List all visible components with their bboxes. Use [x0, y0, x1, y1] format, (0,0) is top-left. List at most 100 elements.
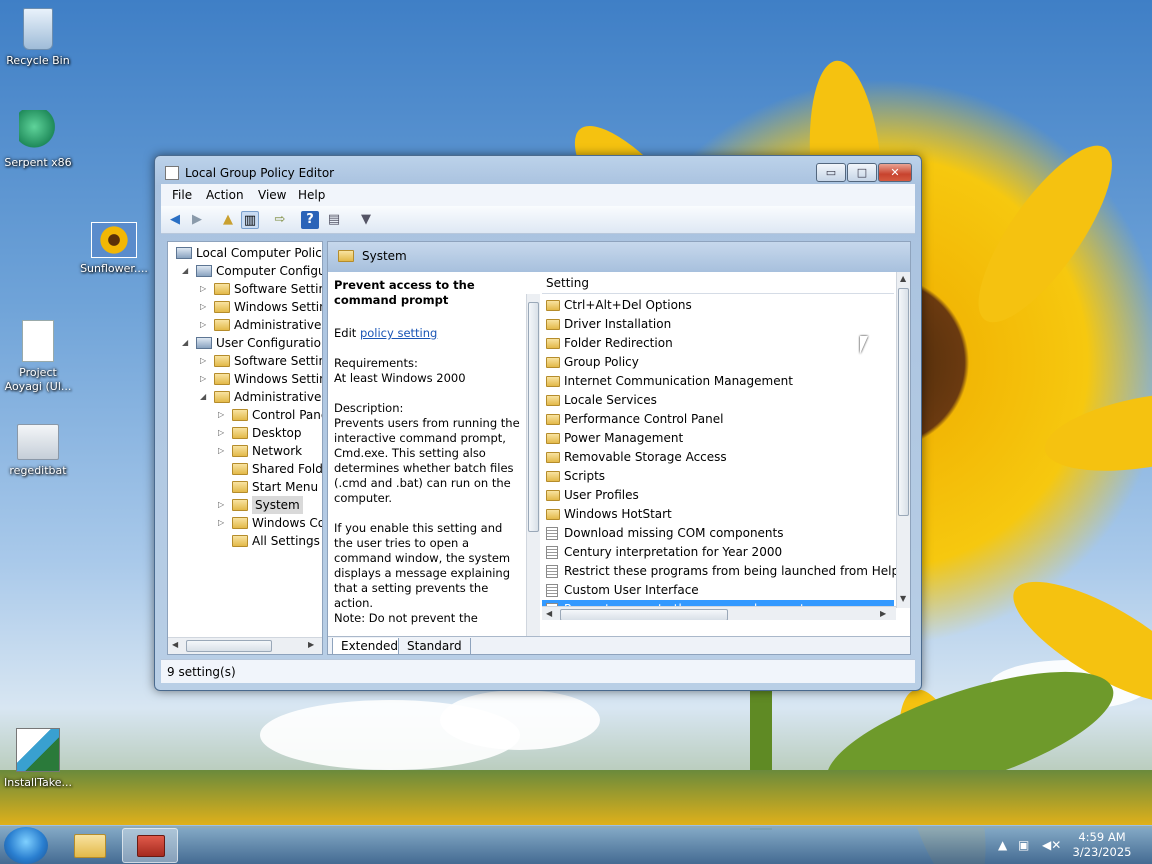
show-hide-tree-icon[interactable]: ▥	[241, 211, 259, 229]
scroll-right-icon[interactable]: ▶	[308, 640, 314, 649]
clock-date: 3/23/2025	[1072, 845, 1132, 859]
tree-horizontal-scrollbar[interactable]: ◀ ▶	[168, 637, 322, 654]
collapsed-arrow-icon[interactable]: ▷	[200, 298, 209, 316]
row-label: Ctrl+Alt+Del Options	[564, 298, 692, 312]
tab-standard[interactable]: Standard	[398, 638, 471, 654]
collapsed-arrow-icon[interactable]: ▷	[218, 514, 227, 532]
row-label: Driver Installation	[564, 317, 672, 331]
collapsed-arrow-icon[interactable]: ▷	[200, 370, 209, 388]
batch-file-icon	[17, 424, 59, 460]
expanded-arrow-icon[interactable]: ◢	[182, 334, 191, 352]
status-bar: 9 setting(s)	[161, 659, 915, 683]
close-button[interactable]: ✕	[878, 163, 912, 182]
policy-setting-link[interactable]: policy setting	[360, 326, 437, 340]
settings-folder-row[interactable]: Driver Installation	[542, 315, 894, 334]
scroll-up-icon[interactable]: ▲	[900, 274, 906, 283]
maximize-button[interactable]: □	[847, 163, 877, 182]
policy-setting-row[interactable]: Restrict these programs from being launc…	[542, 562, 899, 581]
tree-node-label: System	[252, 496, 303, 514]
pane-header: System	[328, 242, 910, 272]
desktop-icon-serpent[interactable]: Serpent x86	[0, 110, 76, 170]
show-hidden-icons-icon[interactable]: ▲	[998, 838, 1007, 852]
policy-setting-row[interactable]: Century interpretation for Year 2000	[542, 543, 894, 562]
filter-icon[interactable]: ▼	[357, 211, 375, 229]
tree-node-label: Software Settings	[234, 354, 322, 368]
settings-folder-row[interactable]: Folder Redirection	[542, 334, 894, 353]
tab-extended[interactable]: Extended	[332, 638, 407, 654]
settings-folder-row[interactable]: Group Policy	[542, 353, 894, 372]
folder-icon	[546, 509, 560, 520]
settings-folder-row[interactable]: User Profiles	[542, 486, 894, 505]
forward-icon[interactable]: ▶	[188, 211, 206, 229]
description-text: Prevents users from running the interact…	[334, 416, 520, 505]
scroll-thumb[interactable]	[186, 640, 272, 652]
row-label: User Profiles	[564, 488, 639, 502]
export-list-icon[interactable]: ⇨	[271, 211, 289, 229]
desktop-icon-regeditbat[interactable]: regeditbat	[0, 424, 76, 478]
minimize-button[interactable]: ▭	[816, 163, 846, 182]
menu-file[interactable]: File	[172, 188, 192, 202]
up-folder-icon[interactable]: ▲	[219, 211, 237, 229]
scroll-left-icon[interactable]: ◀	[546, 609, 552, 618]
help-icon[interactable]: ?	[301, 211, 319, 229]
network-icon[interactable]: ▣	[1018, 838, 1029, 852]
settings-folder-row[interactable]: Locale Services	[542, 391, 894, 410]
policy-setting-row[interactable]: Download missing COM components	[542, 524, 894, 543]
folder-icon	[214, 283, 230, 295]
folder-icon	[546, 357, 560, 368]
properties-icon[interactable]: ▤	[325, 211, 343, 229]
collapsed-arrow-icon[interactable]: ▷	[218, 424, 227, 442]
collapsed-arrow-icon[interactable]: ▷	[218, 496, 227, 514]
extended-description: Prevent access to the command prompt Edi…	[328, 272, 528, 636]
scroll-down-icon[interactable]: ▼	[900, 594, 906, 603]
start-button[interactable]	[4, 827, 48, 864]
scroll-left-icon[interactable]: ◀	[172, 640, 178, 649]
tree-node-label: Desktop	[252, 426, 302, 440]
folder-icon	[232, 517, 248, 529]
scroll-right-icon[interactable]: ▶	[880, 609, 886, 618]
toolbox-icon	[137, 835, 165, 857]
settings-vertical-scrollbar[interactable]: ▲ ▼	[896, 272, 910, 608]
back-icon[interactable]: ◀	[166, 211, 184, 229]
taskbar-gpedit-button[interactable]	[122, 828, 178, 863]
tree-node-label: Start Menu ar	[252, 480, 322, 494]
folder-icon	[546, 395, 560, 406]
menu-action[interactable]: Action	[206, 188, 244, 202]
settings-horizontal-scrollbar[interactable]: ◀ ▶	[542, 606, 896, 620]
desktop-icon-installtake[interactable]: InstallTake...	[0, 728, 76, 790]
desktop-icon-recycle-bin[interactable]: Recycle Bin	[0, 8, 76, 68]
settings-folder-row[interactable]: Performance Control Panel	[542, 410, 894, 429]
taskbar-clock[interactable]: 4:59 AM 3/23/2025	[1070, 830, 1134, 860]
settings-folder-row[interactable]: Ctrl+Alt+Del Options	[542, 296, 894, 315]
row-label: Restrict these programs from being launc…	[564, 564, 900, 578]
settings-folder-row[interactable]: Windows HotStart	[542, 505, 894, 524]
folder-icon	[232, 409, 248, 421]
row-label: Performance Control Panel	[564, 412, 724, 426]
collapsed-arrow-icon[interactable]: ▷	[200, 352, 209, 370]
collapsed-arrow-icon[interactable]: ▷	[218, 442, 227, 460]
column-header-setting[interactable]: Setting	[542, 272, 894, 294]
collapsed-arrow-icon[interactable]: ▷	[218, 406, 227, 424]
settings-folder-row[interactable]: Removable Storage Access	[542, 448, 894, 467]
expanded-arrow-icon[interactable]: ◢	[200, 388, 209, 406]
settings-folder-row[interactable]: Scripts	[542, 467, 894, 486]
volume-muted-icon[interactable]: ◀✕	[1042, 838, 1061, 852]
tree-node-label: Windows Cor	[252, 516, 323, 530]
collapsed-arrow-icon[interactable]: ▷	[200, 280, 209, 298]
settings-folder-row[interactable]: Power Management	[542, 429, 894, 448]
policy-setting-row[interactable]: Custom User Interface	[542, 581, 894, 600]
tree-node-label: Network	[252, 444, 303, 458]
desktop-icon-sunflower[interactable]: Sunflower....	[76, 222, 152, 276]
taskbar-explorer-button[interactable]	[62, 828, 118, 863]
expanded-arrow-icon[interactable]: ◢	[182, 262, 191, 280]
policy-setting-icon	[546, 527, 558, 540]
menu-help[interactable]: Help	[298, 188, 325, 202]
clock-time: 4:59 AM	[1078, 830, 1126, 844]
desktop-icon-project-aoyagi[interactable]: Project Aoyagi (Ul...	[0, 320, 76, 394]
description-scrollbar[interactable]	[526, 294, 540, 636]
settings-folder-row[interactable]: Internet Communication Management	[542, 372, 894, 391]
menu-view[interactable]: View	[258, 188, 286, 202]
policy-icon	[196, 337, 212, 349]
collapsed-arrow-icon[interactable]: ▷	[200, 316, 209, 334]
tree-node-label: Local Computer Policy	[196, 246, 323, 260]
